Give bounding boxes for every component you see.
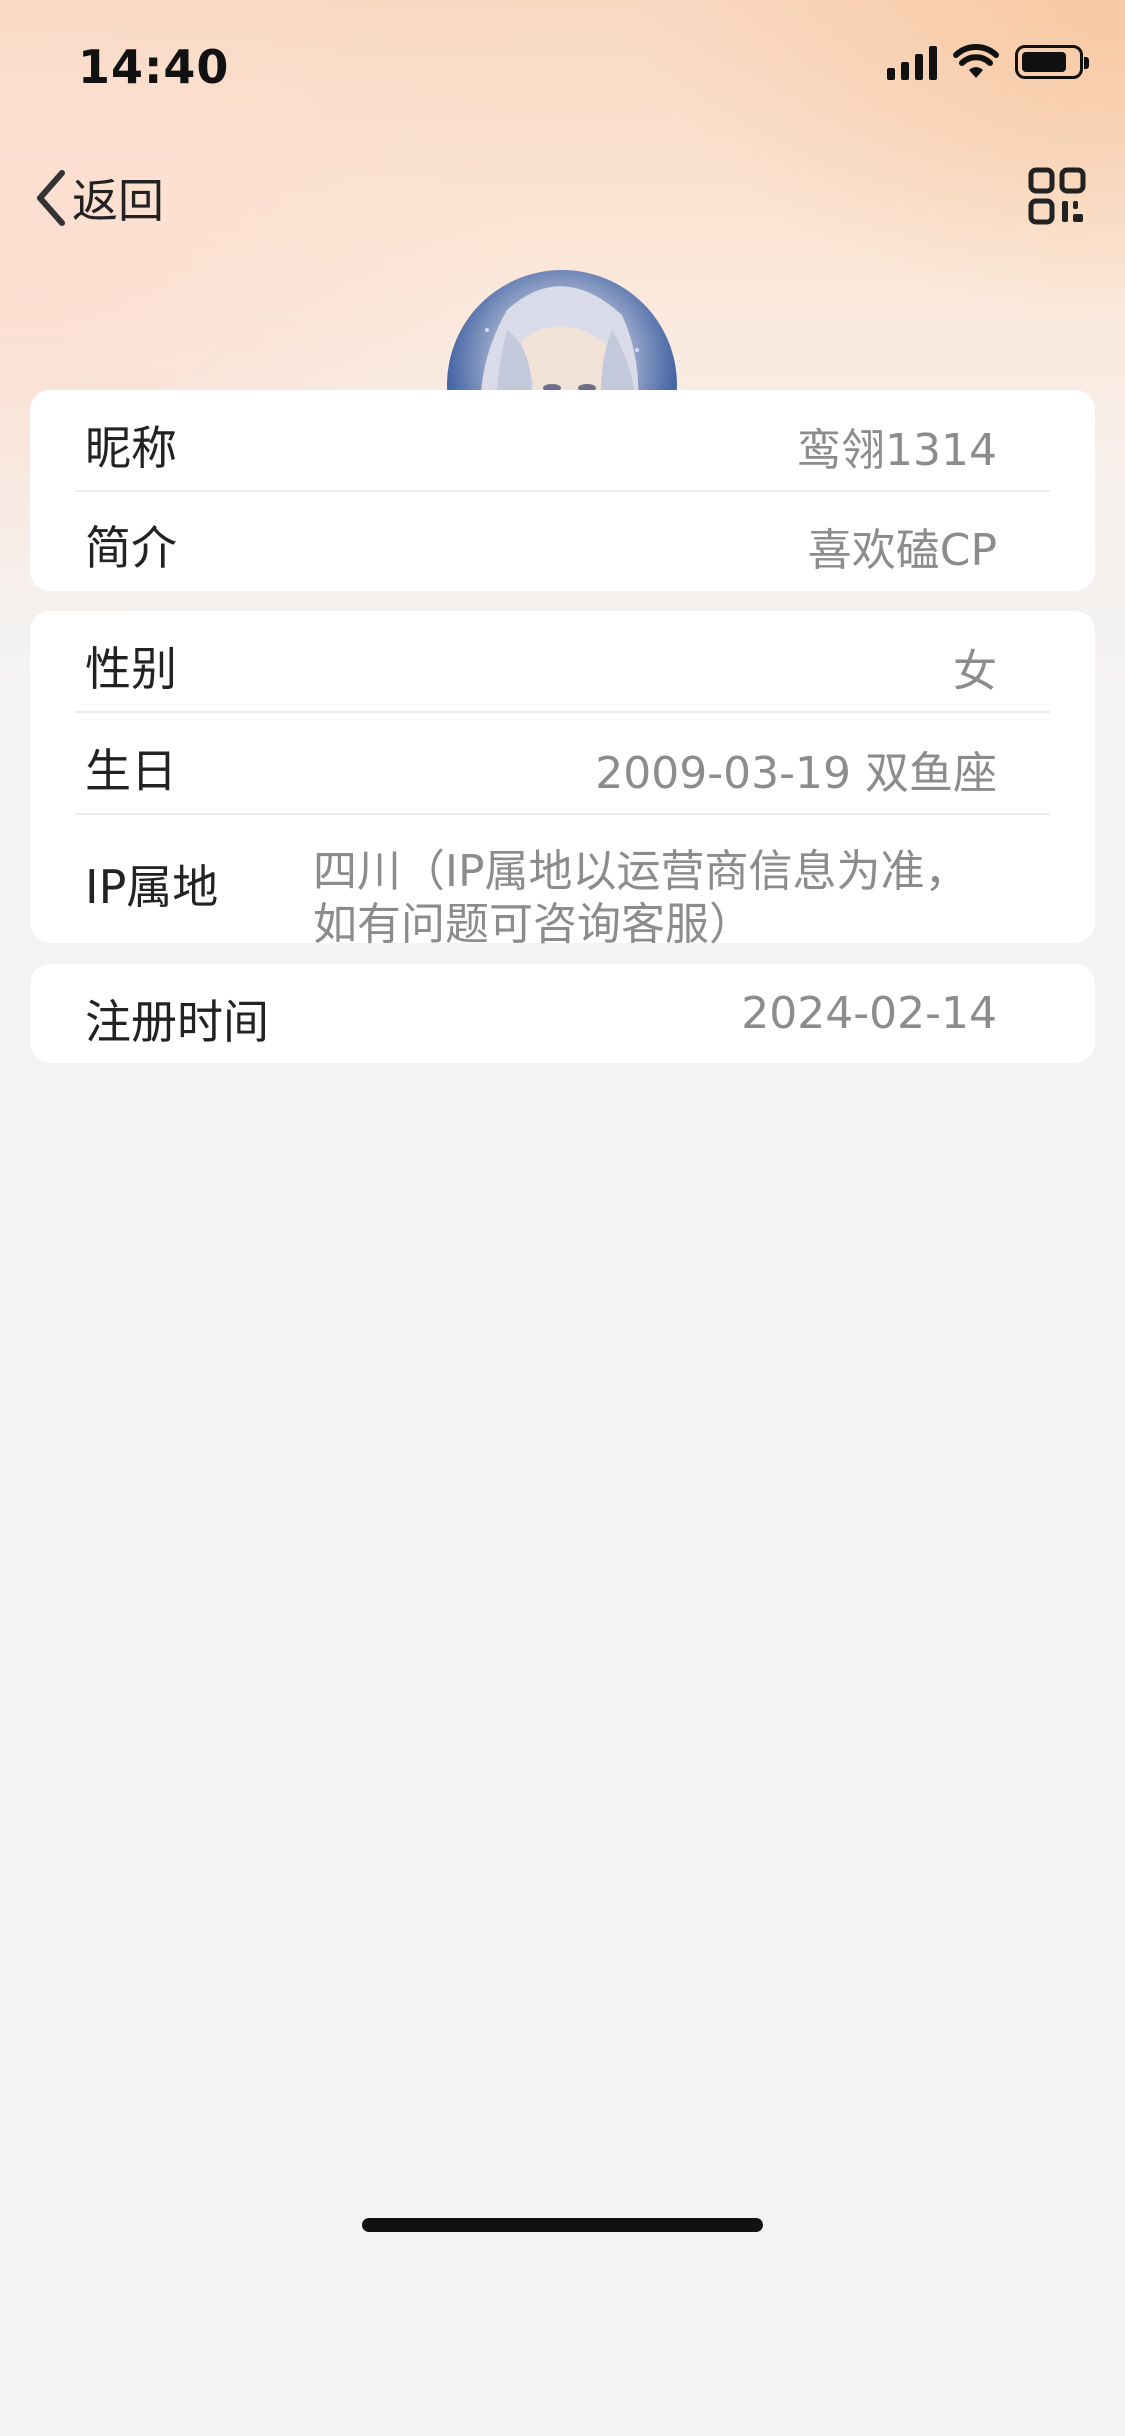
birthday-row[interactable]: 生日 2009-03-19 双鱼座 xyxy=(30,713,1095,813)
qr-code-icon[interactable] xyxy=(1027,166,1087,226)
nickname-value: 鸾翎1314 xyxy=(797,425,997,476)
ip-location-value-line1: 四川（IP属地以运营商信息为准， xyxy=(313,846,969,897)
bio-label: 简介 xyxy=(85,521,177,575)
registration-row: 注册时间 2024-02-14 xyxy=(30,964,1095,1063)
ip-location-value: 四川（IP属地以运营商信息为准， 如有问题可咨询客服） xyxy=(313,845,1013,951)
bio-row[interactable]: 简介 喜欢磕CP xyxy=(30,492,1095,591)
birthday-label: 生日 xyxy=(85,744,177,798)
birthday-value: 2009-03-19 双鱼座 xyxy=(595,748,997,799)
gender-value: 女 xyxy=(953,646,997,697)
registration-card: 注册时间 2024-02-14 xyxy=(30,964,1095,1063)
navigation-bar: 返回 xyxy=(0,150,1125,250)
registration-label: 注册时间 xyxy=(85,995,269,1049)
wifi-icon xyxy=(953,44,999,78)
gender-row[interactable]: 性别 女 xyxy=(30,611,1095,711)
status-icons xyxy=(887,44,1089,80)
status-bar: 14:40 xyxy=(0,0,1125,135)
registration-value: 2024-02-14 xyxy=(741,988,997,1039)
back-button[interactable]: 返回 xyxy=(32,165,164,231)
ip-location-value-line2: 如有问题可咨询客服） xyxy=(313,899,753,950)
ip-location-label: IP属地 xyxy=(85,860,219,914)
home-indicator[interactable] xyxy=(362,2218,763,2232)
battery-icon xyxy=(1015,45,1089,79)
nickname-row[interactable]: 昵称 鸾翎1314 xyxy=(30,390,1095,490)
signal-icon xyxy=(887,44,937,80)
ip-location-row: IP属地 四川（IP属地以运营商信息为准， 如有问题可咨询客服） xyxy=(30,815,1095,950)
back-label: 返回 xyxy=(72,174,164,228)
battery-fill xyxy=(1022,52,1067,72)
nickname-label: 昵称 xyxy=(85,421,177,475)
details-card: 性别 女 生日 2009-03-19 双鱼座 IP属地 四川（IP属地以运营商信… xyxy=(30,611,1095,950)
status-time: 14:40 xyxy=(78,40,230,94)
chevron-left-icon xyxy=(37,170,65,226)
gender-label: 性别 xyxy=(85,642,177,696)
bio-value: 喜欢磕CP xyxy=(807,525,997,576)
basic-info-card: 昵称 鸾翎1314 简介 喜欢磕CP xyxy=(30,390,1095,591)
